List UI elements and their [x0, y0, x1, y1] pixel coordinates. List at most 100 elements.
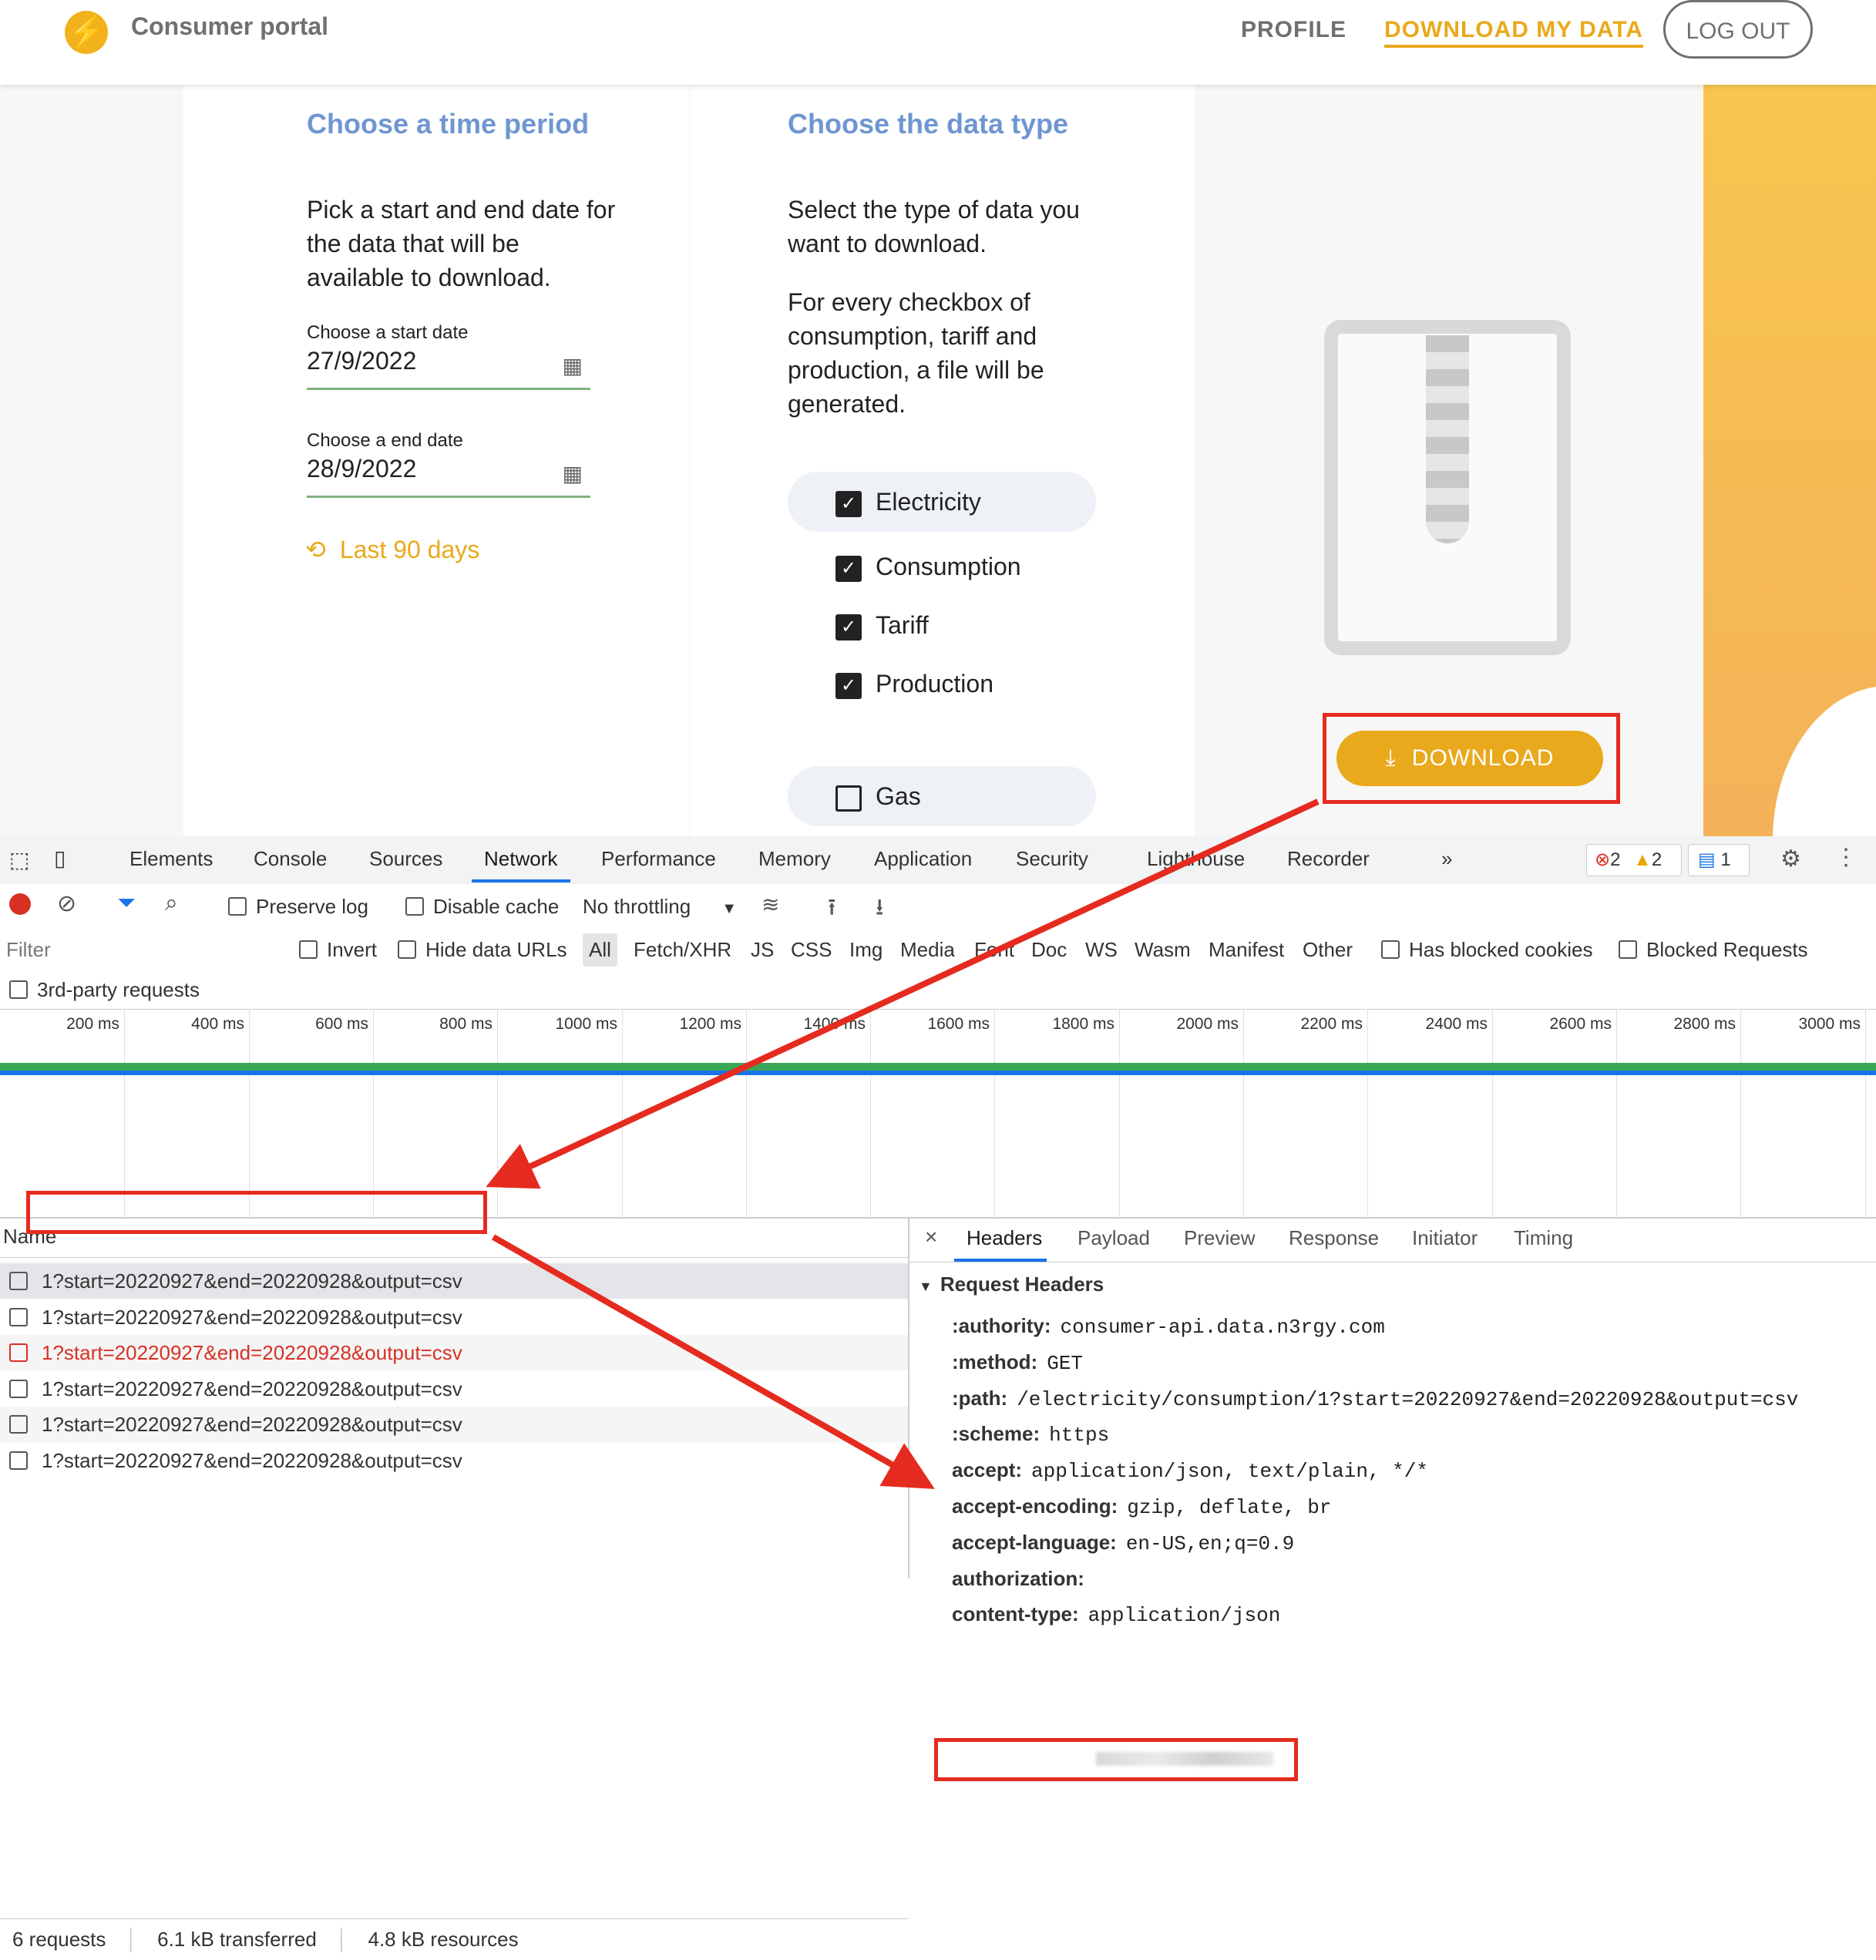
logout-button[interactable]: LOG OUT — [1663, 0, 1813, 59]
close-icon[interactable]: × — [925, 1225, 937, 1249]
has-blocked-cookies-checkbox[interactable]: Has blocked cookies — [1381, 938, 1592, 962]
tab-performance[interactable]: Performance — [601, 847, 716, 871]
warning-icon: ▲ — [1633, 849, 1652, 870]
device-toolbar-icon[interactable]: ▯ — [54, 846, 66, 871]
tab-console[interactable]: Console — [254, 847, 327, 871]
checkbox-checked-icon[interactable]: ✓ — [835, 555, 862, 582]
clear-icon[interactable]: ⊘ — [57, 890, 76, 917]
checkbox-unchecked-icon[interactable] — [299, 940, 318, 959]
start-date-field[interactable]: 27/9/2022 ▦ — [307, 347, 590, 390]
more-options-icon[interactable]: ⋮ — [1834, 844, 1858, 871]
request-row[interactable]: 1?start=20220927&end=20220928&output=csv — [0, 1407, 908, 1442]
network-timeline[interactable]: 200 ms 400 ms 600 ms 800 ms 1000 ms 1200 ms 14… — [0, 1009, 1876, 1219]
checkbox-unchecked-icon[interactable] — [1381, 940, 1400, 959]
tab-memory[interactable]: Memory — [758, 847, 831, 871]
checkbox-unchecked-icon[interactable] — [9, 1379, 28, 1398]
download-button[interactable]: ⤓ DOWNLOAD — [1336, 731, 1603, 786]
divider — [0, 1257, 908, 1258]
timeline-tick-label: 1000 ms — [555, 1015, 617, 1033]
tab-sources[interactable]: Sources — [369, 847, 442, 871]
type-filter-other[interactable]: Other — [1303, 938, 1353, 962]
end-date-field[interactable]: 28/9/2022 ▦ — [307, 455, 590, 498]
tab-security[interactable]: Security — [1016, 847, 1088, 871]
request-row[interactable]: 1?start=20220927&end=20220928&output=csv — [0, 1442, 908, 1478]
request-row[interactable]: 1?start=20220927&end=20220928&output=csv — [0, 1299, 908, 1335]
hide-data-urls-checkbox[interactable]: Hide data URLs — [398, 938, 567, 962]
checkbox-unchecked-icon[interactable] — [9, 980, 28, 999]
type-filter-all[interactable]: All — [583, 933, 617, 967]
download-icon: ⤓ — [1385, 745, 1397, 771]
import-har-icon[interactable]: ⭱ — [828, 890, 836, 930]
checkbox-electricity[interactable]: ✓ Electricity — [788, 472, 1096, 532]
type-filter-font[interactable]: Font — [974, 938, 1014, 962]
tab-elements[interactable]: Elements — [129, 847, 213, 871]
checkbox-production[interactable]: ✓ Production — [788, 654, 1096, 714]
nav-download-my-data[interactable]: DOWNLOAD MY DATA — [1384, 17, 1643, 48]
inspect-element-icon[interactable]: ⬚ — [9, 847, 29, 872]
tab-network[interactable]: Network — [484, 847, 557, 871]
type-filter-manifest[interactable]: Manifest — [1209, 938, 1284, 962]
tab-timing[interactable]: Timing — [1514, 1226, 1573, 1250]
settings-gear-icon[interactable]: ⚙ — [1780, 846, 1801, 872]
type-filter-doc[interactable]: Doc — [1031, 938, 1067, 962]
type-filter-js[interactable]: JS — [751, 938, 774, 962]
tab-lighthouse[interactable]: Lighthouse — [1147, 847, 1245, 871]
request-row[interactable]: 1?start=20220927&end=20220928&output=csv — [0, 1370, 908, 1407]
filter-icon[interactable]: ⏷ — [117, 890, 136, 916]
checkbox-unchecked-icon[interactable] — [9, 1307, 28, 1326]
timeline-gridline — [870, 1009, 871, 1217]
header-line: :path: /electricity/consumption/1?start=2… — [952, 1380, 1798, 1416]
type-filter-ws[interactable]: WS — [1085, 938, 1118, 962]
network-conditions-icon[interactable]: ≋ — [761, 892, 779, 917]
checkbox-unchecked-icon[interactable] — [9, 1415, 28, 1434]
checkbox-unchecked-icon[interactable] — [9, 1343, 28, 1362]
tab-response[interactable]: Response — [1289, 1226, 1379, 1250]
type-filter-img[interactable]: Img — [849, 938, 883, 962]
throttling-select[interactable]: No throttling ▼ — [583, 895, 737, 919]
checkbox-unchecked-icon[interactable] — [9, 1451, 28, 1470]
type-filter-wasm[interactable]: Wasm — [1135, 938, 1191, 962]
last-90-days-link[interactable]: ⟲ Last 90 days — [305, 535, 479, 564]
calendar-icon[interactable]: ▦ — [563, 353, 583, 378]
invert-checkbox[interactable]: Invert — [299, 938, 377, 962]
messages-counter[interactable]: ▤ 1 — [1688, 844, 1750, 876]
calendar-icon[interactable]: ▦ — [563, 461, 583, 486]
checkbox-checked-icon[interactable]: ✓ — [835, 672, 862, 699]
third-party-label: 3rd-party requests — [37, 978, 200, 1001]
timeline-gridline — [746, 1009, 747, 1217]
search-icon[interactable]: ⌕ — [165, 890, 178, 916]
type-filter-css[interactable]: CSS — [791, 938, 832, 962]
type-filter-media[interactable]: Media — [900, 938, 955, 962]
type-filter-fetch-xhr[interactable]: Fetch/XHR — [634, 938, 731, 962]
nav-profile[interactable]: PROFILE — [1241, 17, 1346, 43]
checkbox-unchecked-icon[interactable] — [1619, 940, 1637, 959]
third-party-checkbox[interactable]: 3rd-party requests — [9, 978, 200, 1002]
checkbox-tariff[interactable]: ✓ Tariff — [788, 595, 1096, 655]
checkbox-gas[interactable]: Gas — [788, 766, 1096, 826]
checkbox-unchecked-icon[interactable] — [228, 897, 247, 916]
request-row[interactable]: 1?start=20220927&end=20220928&output=csv — [0, 1335, 908, 1370]
issues-counter[interactable]: ⊗2 ▲2 — [1586, 844, 1682, 876]
tab-payload[interactable]: Payload — [1078, 1226, 1150, 1250]
checkbox-unchecked-icon[interactable] — [9, 1272, 28, 1290]
filter-input[interactable]: Filter — [6, 938, 276, 962]
tab-preview[interactable]: Preview — [1184, 1226, 1255, 1250]
tab-headers[interactable]: Headers — [967, 1226, 1042, 1250]
checkbox-checked-icon[interactable]: ✓ — [835, 490, 862, 517]
export-har-icon[interactable]: ⭳ — [876, 890, 884, 930]
preserve-log-checkbox[interactable]: Preserve log — [228, 895, 368, 919]
checkbox-checked-icon[interactable]: ✓ — [835, 614, 862, 640]
blocked-requests-checkbox[interactable]: Blocked Requests — [1619, 938, 1808, 962]
checkbox-unchecked-icon[interactable] — [405, 897, 424, 916]
request-headers-section[interactable]: ▼ Request Headers — [919, 1272, 1104, 1296]
checkbox-consumption[interactable]: ✓ Consumption — [788, 536, 1096, 597]
checkbox-unchecked-icon[interactable] — [835, 785, 862, 812]
tab-initiator[interactable]: Initiator — [1412, 1226, 1478, 1250]
tab-recorder[interactable]: Recorder — [1287, 847, 1370, 871]
more-tabs-icon[interactable]: » — [1441, 847, 1452, 871]
tab-application[interactable]: Application — [874, 847, 972, 871]
request-row[interactable]: 1?start=20220927&end=20220928&output=csv — [0, 1263, 908, 1299]
record-icon[interactable] — [9, 893, 31, 915]
checkbox-unchecked-icon[interactable] — [398, 940, 416, 959]
disable-cache-checkbox[interactable]: Disable cache — [405, 895, 559, 919]
